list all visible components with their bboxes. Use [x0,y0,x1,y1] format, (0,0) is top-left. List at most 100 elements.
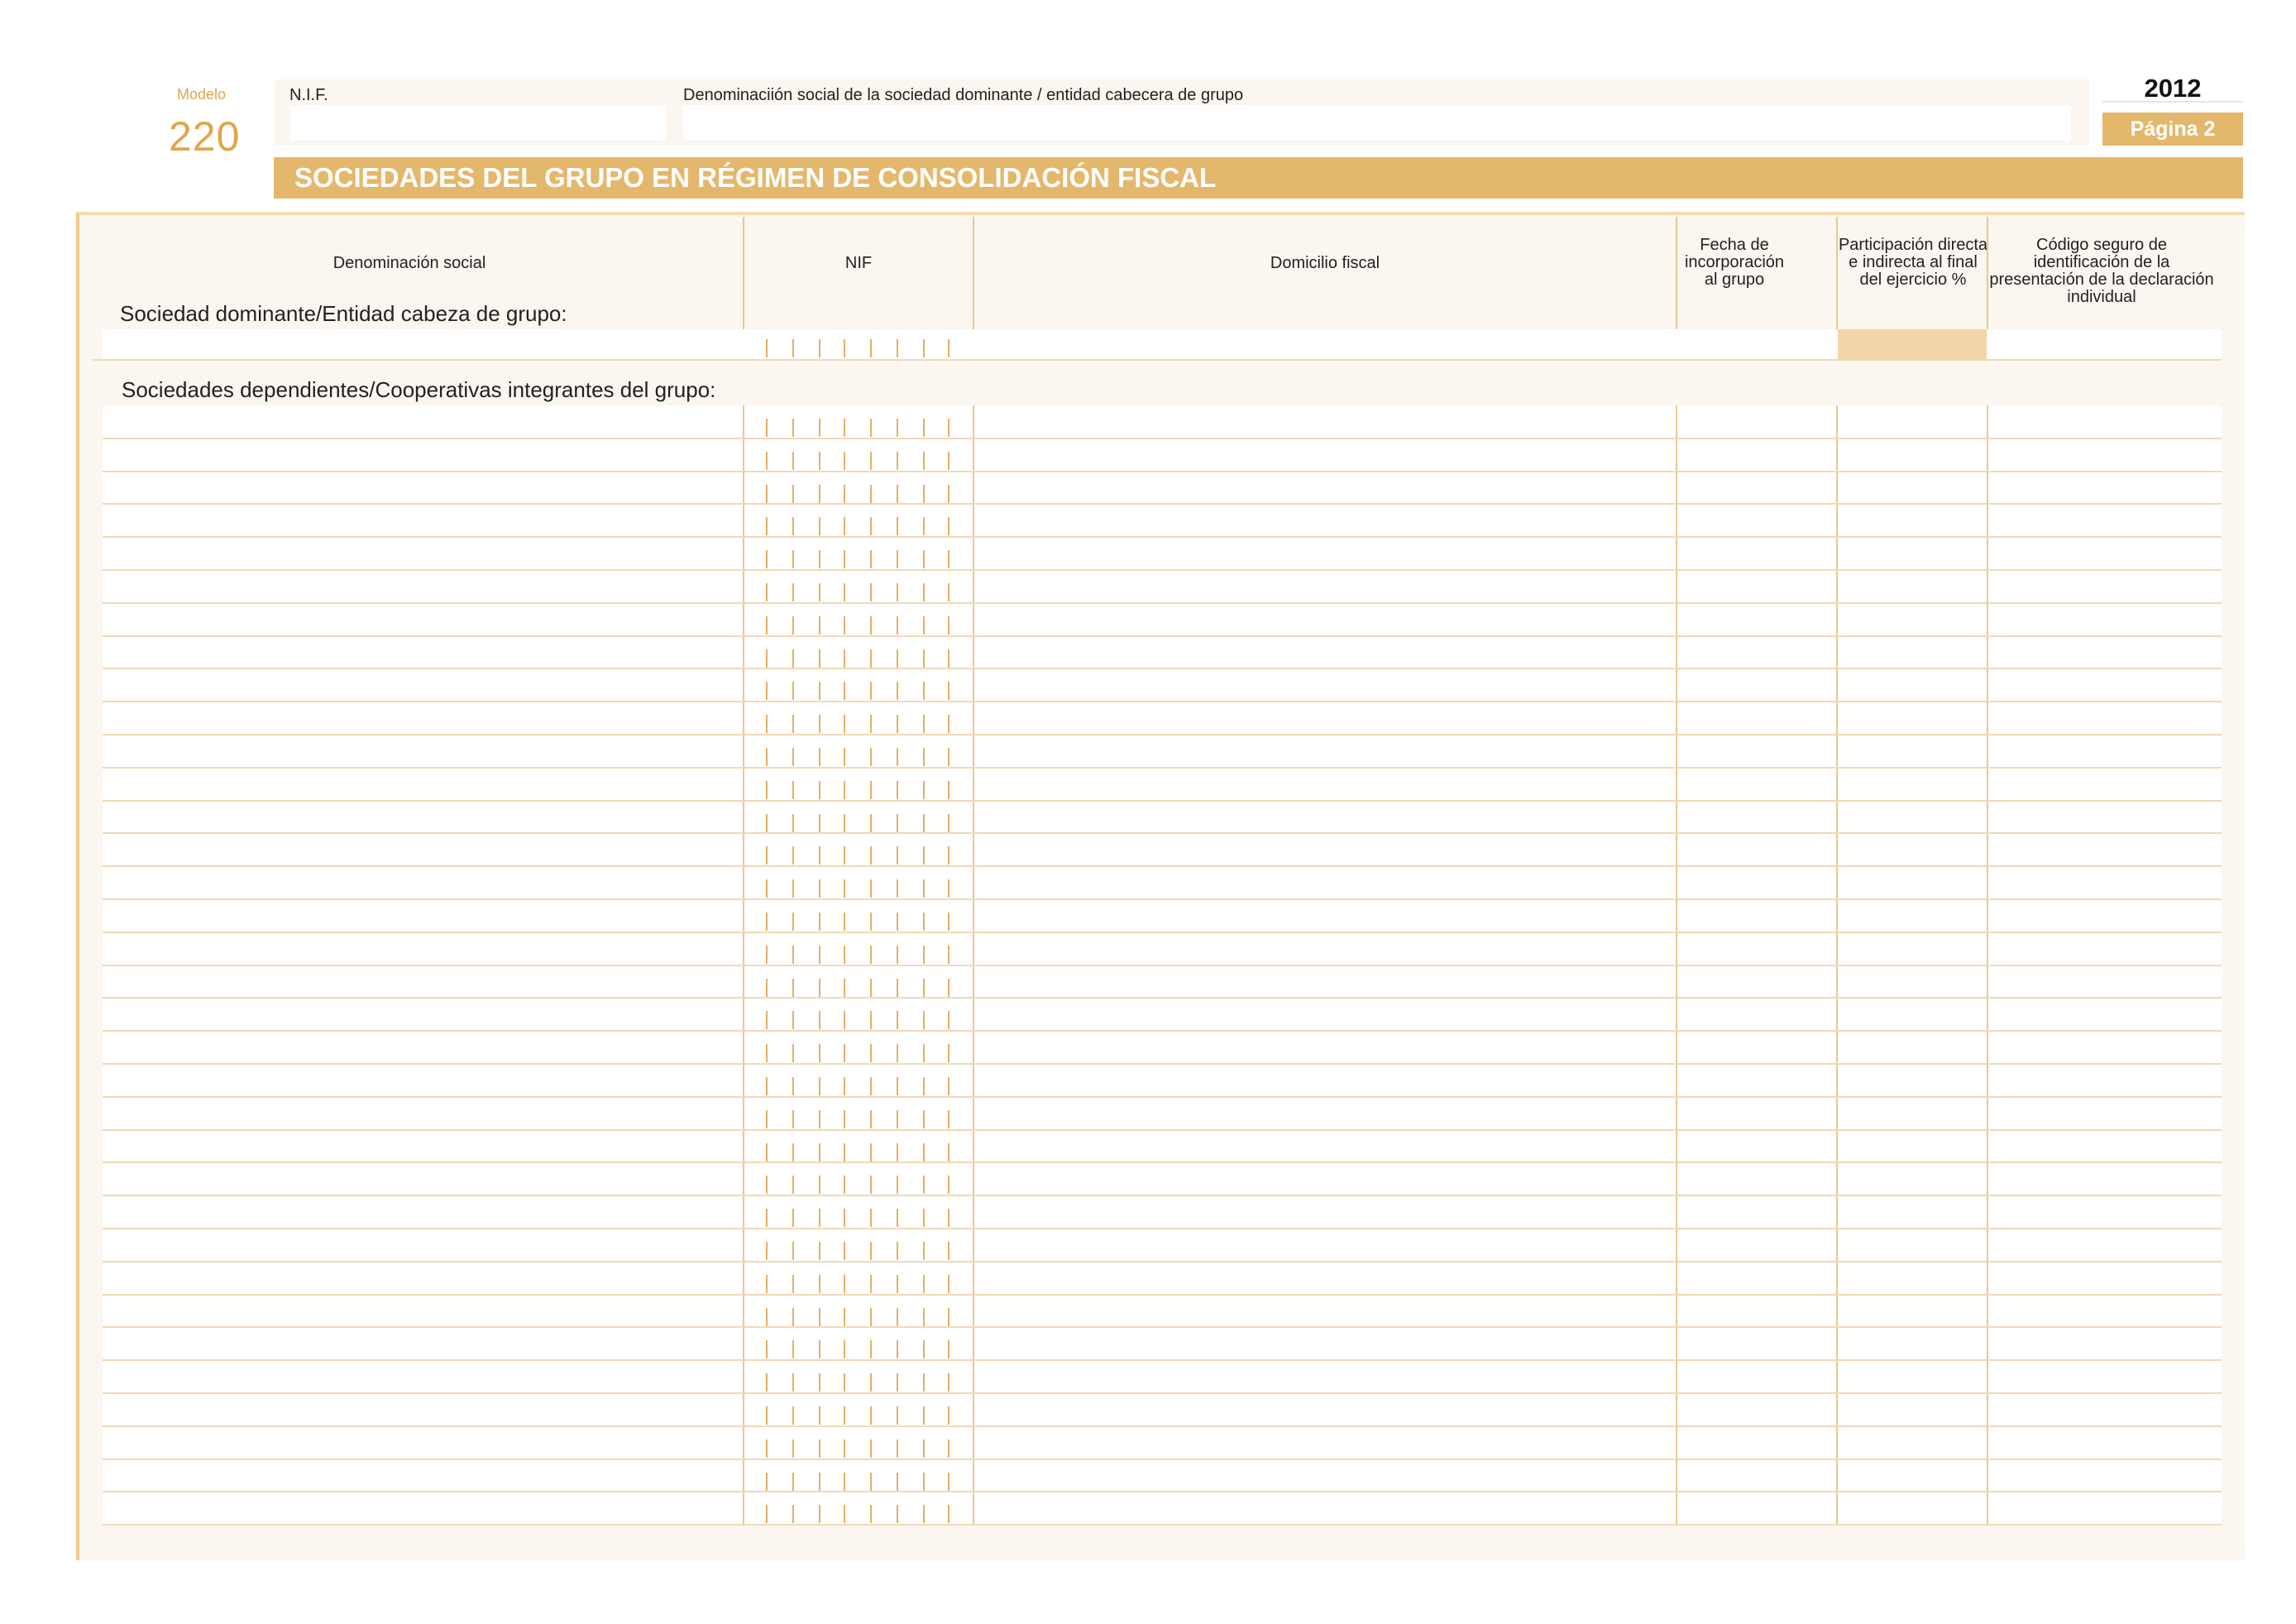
table-cell-domicilio[interactable] [974,1459,1676,1492]
table-cell-fecha[interactable] [1677,1262,1836,1295]
table-cell-domicilio[interactable] [974,998,1676,1031]
table-cell-nif[interactable] [744,1130,973,1163]
table-cell-denominacion[interactable] [103,1393,743,1426]
table-cell-participacion[interactable] [1838,866,1987,899]
table-cell-domicilio[interactable] [974,1426,1676,1459]
table-cell-fecha[interactable] [1677,537,1836,570]
table-cell-domicilio[interactable] [974,1492,1676,1525]
table-cell-participacion[interactable] [1838,537,1987,570]
table-cell-participacion[interactable] [1838,1426,1987,1459]
table-cell-codigo[interactable] [1988,965,2222,999]
table-cell-fecha[interactable] [1677,1327,1836,1360]
table-cell-fecha[interactable] [1677,1031,1836,1064]
table-cell-denominacion[interactable] [103,603,743,636]
table-cell-nif[interactable] [744,1360,973,1393]
table-cell-nif[interactable] [744,1195,973,1229]
table-cell-denominacion[interactable] [103,735,743,768]
dominant-cell-nif[interactable] [744,329,973,359]
table-cell-denominacion[interactable] [103,537,743,570]
table-cell-domicilio[interactable] [974,1327,1676,1360]
table-cell-denominacion[interactable] [103,570,743,603]
table-cell-nif[interactable] [744,472,973,505]
table-cell-domicilio[interactable] [974,801,1676,834]
table-cell-codigo[interactable] [1988,603,2222,636]
table-cell-fecha[interactable] [1677,504,1836,537]
table-cell-participacion[interactable] [1838,603,1987,636]
table-cell-codigo[interactable] [1988,1492,2222,1525]
table-cell-participacion[interactable] [1838,735,1987,768]
table-cell-domicilio[interactable] [974,965,1676,999]
table-cell-codigo[interactable] [1988,932,2222,965]
table-cell-denominacion[interactable] [103,1459,743,1492]
table-cell-nif[interactable] [744,702,973,735]
table-cell-participacion[interactable] [1838,1360,1987,1393]
table-cell-denominacion[interactable] [103,1130,743,1163]
table-cell-domicilio[interactable] [974,1130,1676,1163]
table-cell-fecha[interactable] [1677,833,1836,866]
table-cell-codigo[interactable] [1988,472,2222,505]
table-cell-fecha[interactable] [1677,1492,1836,1525]
table-cell-domicilio[interactable] [974,537,1676,570]
table-cell-fecha[interactable] [1677,899,1836,932]
table-cell-denominacion[interactable] [103,1195,743,1229]
table-cell-codigo[interactable] [1988,1393,2222,1426]
table-cell-domicilio[interactable] [974,668,1676,702]
table-cell-fecha[interactable] [1677,702,1836,735]
table-cell-participacion[interactable] [1838,472,1987,505]
table-cell-participacion[interactable] [1838,1130,1987,1163]
table-cell-nif[interactable] [744,866,973,899]
table-cell-fecha[interactable] [1677,472,1836,505]
table-cell-denominacion[interactable] [103,768,743,801]
table-cell-codigo[interactable] [1988,1295,2222,1328]
table-cell-codigo[interactable] [1988,1097,2222,1130]
table-cell-denominacion[interactable] [103,1262,743,1295]
table-cell-participacion[interactable] [1838,965,1987,999]
table-cell-domicilio[interactable] [974,1393,1676,1426]
table-cell-fecha[interactable] [1677,1162,1836,1195]
table-cell-codigo[interactable] [1988,438,2222,472]
table-cell-denominacion[interactable] [103,1031,743,1064]
table-cell-nif[interactable] [744,668,973,702]
table-cell-codigo[interactable] [1988,504,2222,537]
table-cell-participacion[interactable] [1838,1262,1987,1295]
table-cell-fecha[interactable] [1677,965,1836,999]
table-cell-participacion[interactable] [1838,405,1987,438]
dominant-cell-fecha[interactable] [1677,329,1836,359]
table-cell-nif[interactable] [744,537,973,570]
table-cell-fecha[interactable] [1677,1064,1836,1097]
table-cell-codigo[interactable] [1988,899,2222,932]
table-cell-nif[interactable] [744,801,973,834]
table-cell-participacion[interactable] [1838,438,1987,472]
table-cell-fecha[interactable] [1677,1130,1836,1163]
table-cell-denominacion[interactable] [103,702,743,735]
table-cell-codigo[interactable] [1988,1130,2222,1163]
table-cell-participacion[interactable] [1838,1393,1987,1426]
table-cell-denominacion[interactable] [103,866,743,899]
table-cell-nif[interactable] [744,405,973,438]
table-cell-codigo[interactable] [1988,702,2222,735]
table-cell-denominacion[interactable] [103,1327,743,1360]
table-cell-nif[interactable] [744,570,973,603]
dominant-cell-participacion[interactable] [1838,329,1987,359]
table-cell-nif[interactable] [744,1262,973,1295]
table-cell-fecha[interactable] [1677,570,1836,603]
table-cell-nif[interactable] [744,1327,973,1360]
table-cell-participacion[interactable] [1838,899,1987,932]
table-cell-fecha[interactable] [1677,1360,1836,1393]
table-cell-domicilio[interactable] [974,932,1676,965]
table-cell-denominacion[interactable] [103,1064,743,1097]
table-cell-fecha[interactable] [1677,1229,1836,1262]
table-cell-codigo[interactable] [1988,570,2222,603]
table-cell-codigo[interactable] [1988,1031,2222,1064]
denominacion-field[interactable] [683,106,2071,141]
table-cell-denominacion[interactable] [103,932,743,965]
table-cell-nif[interactable] [744,899,973,932]
table-cell-nif[interactable] [744,1162,973,1195]
table-cell-codigo[interactable] [1988,668,2222,702]
table-cell-denominacion[interactable] [103,1295,743,1328]
table-cell-participacion[interactable] [1838,1459,1987,1492]
table-cell-nif[interactable] [744,504,973,537]
table-cell-codigo[interactable] [1988,866,2222,899]
table-cell-domicilio[interactable] [974,1195,1676,1229]
table-cell-participacion[interactable] [1838,1195,1987,1229]
